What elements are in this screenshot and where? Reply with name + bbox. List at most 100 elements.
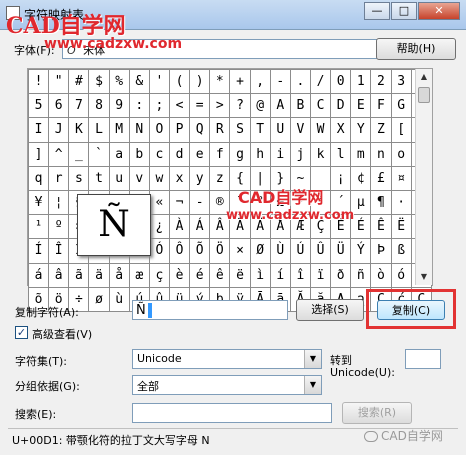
character-cell[interactable]: ; — [148, 93, 170, 119]
character-cell[interactable]: - — [189, 189, 211, 216]
character-cell[interactable]: 9 — [108, 93, 130, 119]
character-cell[interactable]: = — [189, 93, 211, 119]
character-cell[interactable]: ù — [108, 286, 130, 312]
character-cell[interactable]: ¡ — [330, 165, 352, 191]
character-cell[interactable]: b — [128, 141, 150, 167]
character-cell[interactable]: % — [108, 68, 130, 95]
help-button[interactable]: 帮助(H) — [376, 38, 456, 60]
character-cell[interactable]: / — [309, 68, 332, 95]
character-cell[interactable]: ¶ — [370, 189, 392, 216]
character-cell[interactable]: D — [330, 93, 352, 119]
character-cell[interactable]: A — [269, 93, 291, 119]
character-cell[interactable]: è — [168, 262, 191, 288]
character-cell[interactable]: « — [148, 189, 170, 216]
character-cell[interactable]: À — [168, 214, 191, 240]
character-cell[interactable]: ¹ — [27, 214, 50, 240]
character-cell[interactable]: 2 — [370, 68, 392, 95]
character-cell[interactable]: I — [27, 117, 50, 143]
character-cell[interactable]: ¦ — [48, 189, 70, 216]
character-cell[interactable]: â — [48, 262, 70, 288]
character-cell[interactable]: ã — [68, 262, 90, 288]
character-cell[interactable]: ð — [330, 262, 352, 288]
character-cell[interactable]: x — [168, 165, 191, 191]
character-cell[interactable]: f — [209, 141, 231, 167]
character-cell[interactable]: . — [289, 68, 311, 95]
copy-chars-input[interactable]: Ñ | — [132, 300, 288, 320]
character-cell[interactable]: $ — [88, 68, 110, 95]
character-cell[interactable]: * — [209, 68, 231, 95]
charset-select[interactable]: Unicode ▼ — [132, 349, 322, 369]
character-cell[interactable]: " — [48, 68, 70, 95]
character-cell[interactable]: ì — [249, 262, 271, 288]
character-cell[interactable]: ? — [229, 93, 251, 119]
character-cell[interactable]: o — [390, 141, 412, 167]
character-cell[interactable]: î — [289, 262, 311, 288]
scroll-up-icon[interactable]: ▲ — [416, 69, 432, 85]
chevron-down-icon[interactable]: ▼ — [304, 350, 321, 368]
character-cell[interactable]: + — [229, 68, 251, 95]
character-cell[interactable]: é — [189, 262, 211, 288]
character-cell[interactable]: ' — [148, 68, 170, 95]
character-cell[interactable]: ¤ — [390, 165, 412, 191]
character-cell[interactable]: U — [269, 117, 291, 143]
character-cell[interactable]: k — [309, 141, 332, 167]
character-cell[interactable]: Y — [350, 117, 372, 143]
character-cell[interactable]: a — [108, 141, 130, 167]
character-cell[interactable]: Ú — [289, 238, 311, 264]
character-cell[interactable]: 3 — [390, 68, 412, 95]
character-cell[interactable]: < — [168, 93, 191, 119]
character-cell[interactable]: ` — [88, 141, 110, 167]
character-cell[interactable]: T — [249, 117, 271, 143]
character-cell[interactable]: z — [209, 165, 231, 191]
character-cell[interactable]: : — [128, 93, 150, 119]
copy-button[interactable]: 复制(C) — [377, 300, 445, 320]
scroll-thumb[interactable] — [418, 87, 430, 103]
minimize-button[interactable]: — — [364, 2, 390, 20]
character-cell[interactable]: @ — [249, 93, 271, 119]
character-cell[interactable]: - — [269, 68, 291, 95]
search-input[interactable] — [132, 403, 332, 423]
character-cell[interactable]: ¥ — [27, 189, 50, 216]
character-cell[interactable]: · — [390, 189, 412, 216]
character-cell[interactable]: Õ — [189, 238, 211, 264]
group-by-select[interactable]: 全部 ▼ — [132, 375, 322, 395]
character-cell[interactable]: ! — [27, 68, 50, 95]
character-cell[interactable]: ñ — [350, 262, 372, 288]
character-cell[interactable]: r — [48, 165, 70, 191]
character-cell[interactable]: 1 — [350, 68, 372, 95]
character-cell[interactable]: w — [148, 165, 170, 191]
character-cell[interactable]: C — [309, 93, 332, 119]
goto-unicode-input[interactable] — [405, 349, 441, 369]
character-cell[interactable]: _ — [68, 141, 90, 167]
character-cell[interactable]: h — [249, 141, 271, 167]
character-cell[interactable]: M — [108, 117, 130, 143]
character-cell[interactable]: Í — [27, 238, 50, 264]
character-cell[interactable]: e — [189, 141, 211, 167]
character-cell[interactable]: ) — [189, 68, 211, 95]
character-cell[interactable]: ¢ — [350, 165, 372, 191]
character-cell[interactable]: , — [249, 68, 271, 95]
character-cell[interactable]: Z — [370, 117, 392, 143]
character-cell[interactable]: j — [289, 141, 311, 167]
character-cell[interactable]: 6 — [48, 93, 70, 119]
character-cell[interactable]: 7 — [68, 93, 90, 119]
character-cell[interactable]: ( — [168, 68, 191, 95]
character-cell[interactable]: J — [48, 117, 70, 143]
character-cell[interactable]: Ù — [269, 238, 291, 264]
character-cell[interactable]: B — [289, 93, 311, 119]
character-cell[interactable]: l — [330, 141, 352, 167]
character-cell[interactable]: K — [68, 117, 90, 143]
character-cell[interactable]: ò — [370, 262, 392, 288]
character-cell[interactable]: Þ — [370, 238, 392, 264]
character-cell[interactable]: º — [48, 214, 70, 240]
character-cell[interactable]: [ — [390, 117, 412, 143]
advanced-view-checkbox[interactable]: ✓ — [15, 326, 28, 339]
scroll-down-icon[interactable]: ▼ — [416, 269, 432, 285]
character-cell[interactable]: ¬ — [168, 189, 191, 216]
character-cell[interactable]: s — [68, 165, 90, 191]
character-cell[interactable]: L — [88, 117, 110, 143]
character-cell[interactable]: ] — [27, 141, 50, 167]
character-cell[interactable]: N — [128, 117, 150, 143]
character-cell[interactable]: d — [168, 141, 191, 167]
character-cell[interactable]: m — [350, 141, 372, 167]
